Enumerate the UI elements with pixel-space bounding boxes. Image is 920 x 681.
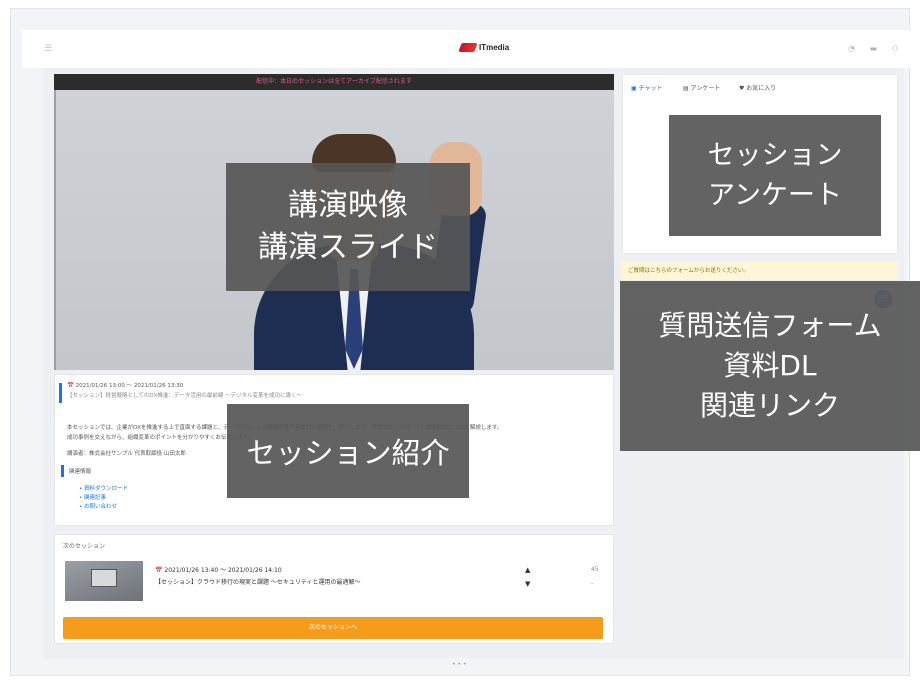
footer-indicator: • • •	[452, 661, 467, 668]
top-bar: ☰ ITmedia ◔ ▬ ⚇	[22, 30, 918, 68]
tab-label: お気に入り	[746, 85, 777, 92]
tab-favorite[interactable]: ♥ お気に入り	[739, 83, 776, 92]
tab-chat[interactable]: ▣ チャット	[631, 83, 663, 92]
top-right-icons[interactable]: ◔ ▬ ⚇	[848, 44, 905, 53]
overlay-line: 講演映像	[288, 188, 408, 223]
related-link-label[interactable]: 関連記事	[84, 495, 106, 501]
next-session-label: 次のセッション	[63, 543, 106, 550]
accent-bar	[59, 383, 62, 403]
session-intro-overlay: セッション紹介	[227, 404, 469, 498]
next-session-button[interactable]: 次のセッションへ	[63, 617, 603, 639]
next-session-title[interactable]: 【セッション】クラウド移行の現実と課題 ～セキュリティと運用の最適解～	[155, 577, 361, 586]
session-time: 📅 2021/01/26 13:00 ～ 2021/01/26 13:30	[67, 383, 184, 389]
session-title: 【セッション】経営戦略としてのDX推進：データ活用の最前線 ～デジタル変革を成功…	[67, 393, 302, 399]
next-session-card: 次のセッション 📅 2021/01/26 13:40 ～ 2021/01/26 …	[54, 534, 614, 644]
overlay-line: 講演スライド	[258, 230, 438, 265]
overlay-line: セッション	[707, 139, 843, 171]
side-value: -	[591, 580, 594, 587]
video-banner: 配信中：本日のセッションは全てアーカイブ配信されます	[54, 74, 614, 90]
related-link[interactable]: • 資料ダウンロード	[79, 485, 128, 494]
up-arrow-icon[interactable]: ▲	[525, 563, 530, 577]
tab-label: チャット	[638, 85, 663, 92]
notice-banner: ご質問はこちらのフォームからお送りください。	[622, 262, 898, 280]
related-link[interactable]: • お問い合わせ	[79, 503, 128, 512]
overlay-line: セッション紹介	[246, 436, 450, 470]
logo-mark-icon	[458, 43, 478, 52]
overlay-line: 質問送信フォーム	[658, 309, 882, 342]
session-description-2: 成功事例を交えながら、組織変革のポイントを分かりやすくお伝えします。	[67, 435, 254, 441]
related-link[interactable]: • 関連記事	[79, 494, 128, 503]
vote-icons[interactable]: ▲ ▼	[525, 563, 530, 591]
related-link-label[interactable]: お問い合わせ	[84, 504, 117, 510]
session-speaker: 講演者：株式会社サンプル 代表取締役 山田太郎	[67, 451, 186, 457]
app-logo[interactable]: ITmedia	[458, 43, 510, 52]
logo-text: ITmedia	[479, 43, 510, 52]
overlay-line: 関連リンク	[699, 389, 840, 422]
related-heading: 関連情報	[69, 469, 92, 475]
tab-survey[interactable]: ▤ アンケート	[683, 83, 720, 92]
thumbnail-graphic	[91, 569, 117, 587]
side-value: 45	[591, 566, 599, 573]
side-values: 45 -	[591, 563, 599, 591]
next-session-thumbnail[interactable]	[65, 561, 143, 601]
related-links: • 資料ダウンロード • 関連記事 • お問い合わせ	[79, 485, 128, 512]
overlay-line: 資料DL	[723, 349, 817, 382]
photo-edge	[54, 90, 56, 370]
related-link-label[interactable]: 資料ダウンロード	[84, 486, 128, 492]
next-session-time: 📅 2021/01/26 13:40 ～ 2021/01/26 14:10	[155, 567, 282, 574]
tab-label: アンケート	[690, 85, 721, 92]
video-slide-overlay: 講演映像 講演スライド	[226, 163, 470, 291]
question-form-overlay: 質問送信フォーム 資料DL 関連リンク	[620, 281, 920, 451]
overlay-line: アンケート	[708, 179, 842, 211]
down-arrow-icon[interactable]: ▼	[525, 577, 530, 591]
menu-icon[interactable]: ☰	[44, 44, 52, 54]
survey-overlay: セッション アンケート	[669, 115, 881, 236]
heading-accent-bar	[61, 465, 64, 477]
